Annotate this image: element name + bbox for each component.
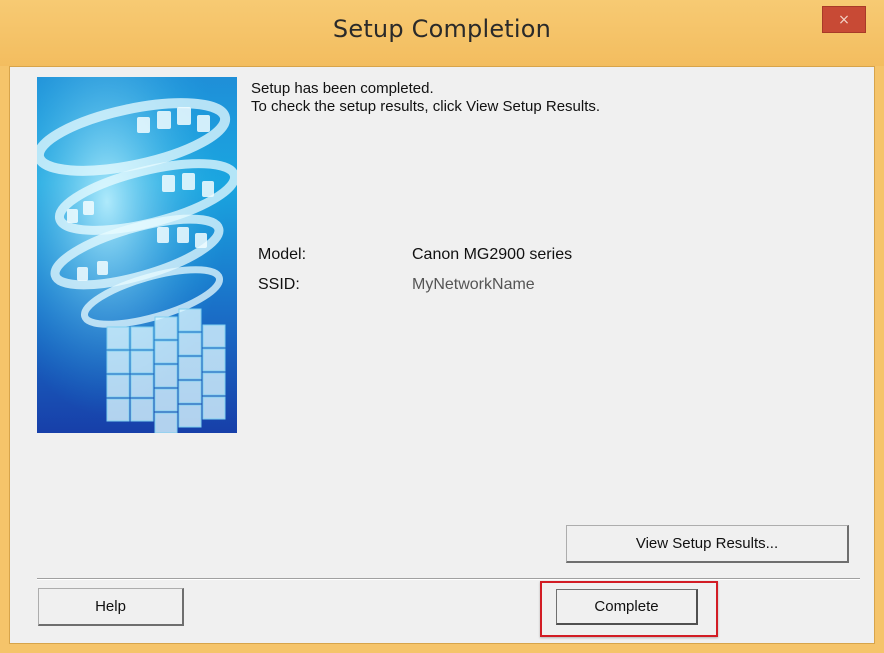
message-line-1: Setup has been completed. bbox=[251, 80, 434, 97]
canon-setup-banner-image bbox=[37, 77, 237, 433]
model-value: Canon MG2900 series bbox=[412, 246, 573, 263]
ssid-value: MyNetworkName bbox=[412, 276, 535, 293]
window-title: Setup Completion bbox=[332, 15, 552, 43]
view-setup-results-button[interactable]: View Setup Results... bbox=[566, 525, 849, 563]
close-button[interactable]: × bbox=[822, 6, 866, 33]
message-line-2: To check the setup results, click View S… bbox=[251, 98, 601, 115]
completion-message: Setup has been completed. To check the s… bbox=[251, 80, 600, 116]
help-button[interactable]: Help bbox=[38, 588, 184, 626]
title-bar[interactable]: Setup Completion × bbox=[0, 0, 884, 66]
ssid-label: SSID: bbox=[258, 276, 300, 293]
complete-button[interactable]: Complete bbox=[556, 589, 698, 625]
separator-line bbox=[37, 578, 860, 580]
close-icon: × bbox=[838, 11, 850, 28]
dialog-body: Setup has been completed. To check the s… bbox=[9, 66, 875, 644]
setup-completion-dialog: Setup Completion × Setup has been comple… bbox=[0, 0, 884, 653]
model-label: Model: bbox=[258, 246, 307, 263]
